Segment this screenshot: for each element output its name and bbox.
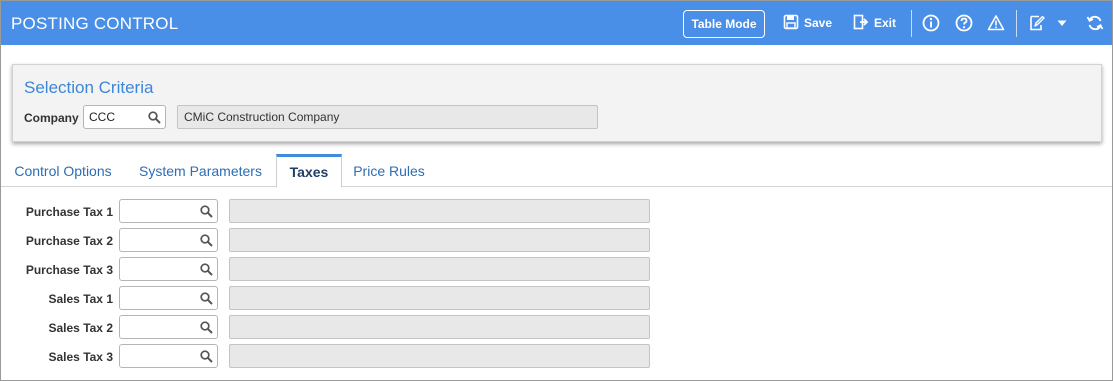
purchase-tax-3-input[interactable] <box>119 257 218 281</box>
company-code-value: CCC <box>89 110 115 124</box>
purchase-tax-2-row: Purchase Tax 2 <box>1 228 701 252</box>
page-title: POSTING CONTROL <box>11 14 179 33</box>
sales-tax-3-label: Sales Tax 3 <box>48 350 114 364</box>
sales-tax-1-label: Sales Tax 1 <box>48 292 114 306</box>
tab-control-options[interactable]: Control Options <box>1 154 125 187</box>
company-label: Company <box>24 111 79 125</box>
warning-icon[interactable] <box>986 13 1006 33</box>
company-lookup-field[interactable]: CCC <box>83 105 166 129</box>
exit-icon <box>853 14 869 33</box>
info-icon[interactable] <box>921 13 941 33</box>
toolbar-divider <box>911 10 912 37</box>
exit-button[interactable]: Exit <box>853 13 896 33</box>
selection-criteria-title: Selection Criteria <box>24 78 154 97</box>
tab-bar: Control Options System Parameters Taxes … <box>1 154 1112 188</box>
purchase-tax-3-row: Purchase Tax 3 <box>1 257 701 281</box>
table-mode-button[interactable]: Table Mode <box>683 10 765 38</box>
purchase-tax-3-description <box>229 257 650 281</box>
company-name-field: CMiC Construction Company <box>177 105 598 129</box>
exit-label: Exit <box>874 16 897 30</box>
sales-tax-2-label: Sales Tax 2 <box>48 321 114 335</box>
purchase-tax-1-row: Purchase Tax 1 <box>1 199 701 223</box>
search-icon[interactable] <box>197 260 215 278</box>
search-icon[interactable] <box>197 318 215 336</box>
purchase-tax-1-input[interactable] <box>119 199 218 223</box>
tab-system-parameters[interactable]: System Parameters <box>125 154 276 187</box>
sales-tax-3-row: Sales Tax 3 <box>1 344 701 368</box>
purchase-tax-2-description <box>229 228 650 252</box>
sales-tax-2-input[interactable] <box>119 315 218 339</box>
sales-tax-3-description <box>229 344 650 368</box>
search-icon[interactable] <box>197 202 215 220</box>
sales-tax-2-row: Sales Tax 2 <box>1 315 701 339</box>
purchase-tax-2-input[interactable] <box>119 228 218 252</box>
tab-price-rules[interactable]: Price Rules <box>342 154 436 187</box>
save-label: Save <box>804 16 833 30</box>
refresh-icon[interactable] <box>1085 13 1105 33</box>
search-icon[interactable] <box>197 347 215 365</box>
purchase-tax-3-label: Purchase Tax 3 <box>25 263 113 277</box>
purchase-tax-1-label: Purchase Tax 1 <box>25 205 113 219</box>
tab-taxes[interactable]: Taxes <box>276 154 342 188</box>
sales-tax-1-description <box>229 286 650 310</box>
help-icon[interactable] <box>954 13 974 33</box>
save-button[interactable]: Save <box>783 13 832 33</box>
search-icon[interactable] <box>197 231 215 249</box>
sales-tax-1-row: Sales Tax 1 <box>1 286 701 310</box>
selection-criteria-panel: Selection Criteria Company CCC CMiC Cons… <box>12 64 1102 142</box>
purchase-tax-2-label: Purchase Tax 2 <box>25 234 113 248</box>
save-icon <box>783 14 799 33</box>
sales-tax-2-description <box>229 315 650 339</box>
toolbar-divider <box>1016 10 1017 37</box>
purchase-tax-1-description <box>229 199 650 223</box>
search-icon[interactable] <box>197 289 215 307</box>
sales-tax-3-input[interactable] <box>119 344 218 368</box>
edit-icon[interactable] <box>1027 13 1047 33</box>
sales-tax-1-input[interactable] <box>119 286 218 310</box>
dropdown-icon[interactable] <box>1052 13 1072 33</box>
search-icon[interactable] <box>145 108 163 126</box>
app-header: POSTING CONTROL Table Mode Save Exit <box>1 1 1112 45</box>
